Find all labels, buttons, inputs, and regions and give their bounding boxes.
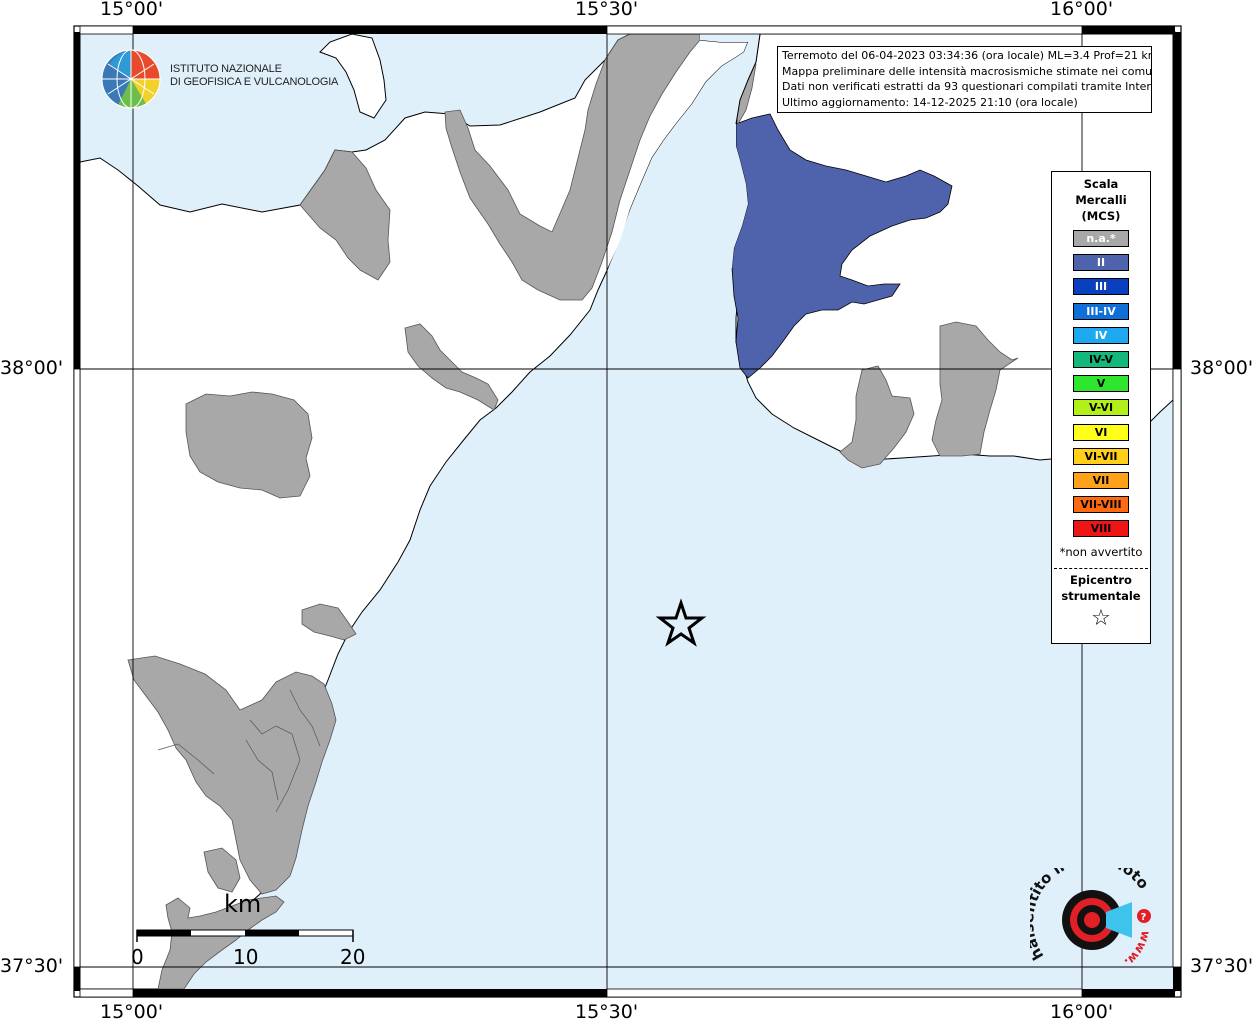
top-label-1500: 15°00': [100, 0, 164, 20]
bottom-label-1500: 15°00': [100, 1001, 164, 1023]
event-info-line4: Ultimo aggiornamento: 14-12-2025 21:10 (…: [782, 95, 1078, 109]
ingv-name-line2: DI GEOFISICA E VULCANOLOGIA: [170, 76, 339, 88]
scalebar-tick-10: 10: [233, 945, 259, 969]
legend-item: VI-VII: [1073, 447, 1129, 465]
event-info-line2: Mappa preliminare delle intensità macros…: [782, 64, 1152, 78]
top-label-1530: 15°30': [575, 0, 639, 20]
scalebar-unit: km: [224, 890, 262, 918]
legend-separator: [1054, 568, 1148, 569]
haisentito-logo[interactable]: ? haisentito ilterremoto.it www.: [1019, 849, 1160, 978]
event-info-box: Terremoto del 06-04-2023 03:34:36 (ora l…: [777, 46, 1152, 113]
legend-item: IV: [1073, 326, 1129, 344]
legend-item: VIII: [1073, 520, 1129, 538]
right-label-3800: 38°00': [1190, 357, 1254, 379]
legend-item: V-VI: [1073, 399, 1129, 417]
legend-star-icon: ☆: [1091, 606, 1111, 631]
bottom-label-1600: 16°00': [1050, 1001, 1114, 1023]
event-info-line3: Dati non verificati estratti da 93 quest…: [782, 80, 1152, 93]
ingv-name: ISTITUTO NAZIONALE DI GEOFISICA E VULCAN…: [170, 63, 338, 89]
haisentito-emblem-icon: ? haisentito ilterremoto.it www.: [1019, 849, 1153, 970]
haisentito-q: ?: [1141, 912, 1147, 923]
legend-item: IV-V: [1073, 351, 1129, 368]
legend-epicenter-label: Epicentro strumentale: [1052, 572, 1150, 604]
legend-title-line2: Mercalli: [1075, 193, 1127, 207]
legend-title-line3: (MCS): [1081, 209, 1121, 223]
legend-item: III: [1073, 278, 1129, 296]
legend-item: n.a.*: [1073, 230, 1129, 247]
bottom-label-1530: 15°30': [575, 1001, 639, 1023]
legend-item: VII-VIII: [1073, 496, 1129, 514]
legend-title-line1: Scala: [1083, 177, 1119, 191]
event-info-line1: Terremoto del 06-04-2023 03:34:36 (ora l…: [782, 49, 1152, 62]
legend-item: VII: [1073, 472, 1129, 489]
legend-title: Scala Mercalli (MCS): [1052, 176, 1150, 224]
scalebar-tick-20: 20: [340, 945, 366, 969]
intensity-map[interactable]: 15°00' 15°30' 16°00' 15°00' 15°30' 16°00…: [0, 0, 1254, 1024]
legend-item: III-IV: [1073, 302, 1129, 320]
legend-epicenter-line1: Epicentro: [1070, 573, 1132, 587]
legend-item: V: [1073, 375, 1129, 393]
left-label-3730: 37°30': [0, 955, 64, 977]
scalebar-tick-0: 0: [131, 945, 144, 969]
mcs-legend: Scala Mercalli (MCS) n.a.* II III III-IV IV I…: [1051, 171, 1151, 644]
ingv-name-line1: ISTITUTO NAZIONALE: [170, 63, 282, 75]
top-label-1600: 16°00': [1050, 0, 1114, 20]
legend-item: II: [1073, 254, 1129, 272]
legend-note: *non avvertito: [1059, 545, 1143, 559]
legend-item: VI: [1073, 423, 1129, 441]
left-label-3800: 38°00': [0, 357, 64, 379]
right-label-3730: 37°30': [1190, 955, 1254, 977]
legend-epicenter-line2: strumentale: [1061, 589, 1141, 603]
ingv-globe-icon: [101, 49, 161, 109]
